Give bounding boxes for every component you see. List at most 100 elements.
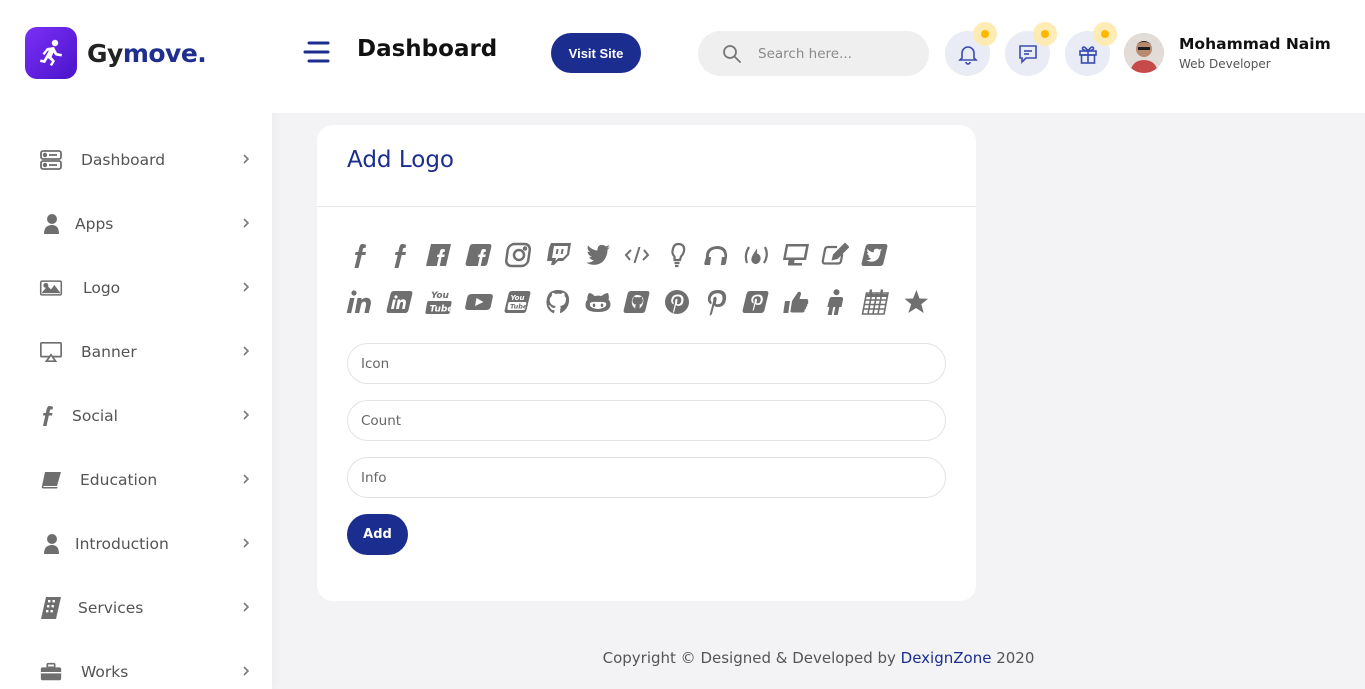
youtube-logo-icon[interactable]: You Tube bbox=[424, 287, 454, 317]
running-person-icon bbox=[25, 27, 77, 79]
facebook-f-icon[interactable] bbox=[385, 240, 415, 270]
thumbs-up-icon[interactable] bbox=[781, 287, 811, 317]
bell-icon bbox=[957, 45, 978, 65]
brand-name: Gymove. bbox=[87, 38, 207, 68]
page-title: Dashboard bbox=[357, 36, 498, 62]
chevron-right-icon bbox=[243, 666, 250, 676]
instagram-icon[interactable] bbox=[503, 240, 533, 270]
sidebar-item-label: Introduction bbox=[75, 535, 169, 553]
free-code-camp-icon[interactable] bbox=[741, 240, 771, 270]
message-badge bbox=[1041, 30, 1049, 38]
youtube-square-icon[interactable]: You Tube bbox=[503, 287, 533, 317]
image-icon bbox=[39, 276, 63, 300]
add-logo-card: Add Logo YouTube YouTube Add bbox=[317, 125, 976, 601]
twitter-icon[interactable] bbox=[583, 240, 613, 270]
twitter-square-icon[interactable] bbox=[860, 240, 890, 270]
pinterest-p-icon[interactable] bbox=[701, 287, 731, 317]
sidebar-item-label: Works bbox=[81, 663, 129, 681]
headphones-icon[interactable] bbox=[701, 240, 731, 270]
facebook-f-icon[interactable] bbox=[345, 240, 375, 270]
chevron-right-icon bbox=[243, 474, 250, 484]
edit-icon[interactable] bbox=[820, 240, 850, 270]
chevron-right-icon bbox=[243, 218, 250, 228]
chevron-right-icon bbox=[243, 602, 250, 612]
user-icon bbox=[39, 212, 63, 236]
lightbulb-icon[interactable] bbox=[662, 240, 692, 270]
sidebar-item-label: Apps bbox=[75, 215, 114, 233]
search-input[interactable] bbox=[758, 45, 928, 62]
sidebar-nav: Dashboard Apps Logo Banner Social Educat… bbox=[0, 128, 272, 689]
sidebar-item-label: Social bbox=[72, 407, 118, 425]
icon-field[interactable] bbox=[347, 343, 946, 384]
search-icon[interactable] bbox=[722, 44, 742, 64]
sidebar-item-introduction[interactable]: Introduction bbox=[0, 512, 272, 576]
linkedin-icon[interactable] bbox=[345, 287, 375, 317]
code-icon[interactable] bbox=[622, 240, 652, 270]
sidebar-item-logo[interactable]: Logo bbox=[0, 256, 272, 320]
sidebar-item-label: Education bbox=[80, 471, 158, 489]
desktop-icon[interactable] bbox=[781, 240, 811, 270]
sidebar-item-services[interactable]: Services bbox=[0, 576, 272, 640]
chevron-right-icon bbox=[243, 154, 250, 164]
hamburger-menu-icon[interactable] bbox=[303, 40, 331, 64]
sidebar-item-dashboard[interactable]: Dashboard bbox=[0, 128, 272, 192]
logo-icons-row-1 bbox=[345, 240, 899, 270]
svg-text:You: You bbox=[431, 291, 450, 301]
sidebar-item-label: Logo bbox=[83, 279, 121, 297]
card-divider bbox=[317, 206, 976, 207]
svg-text:Tube: Tube bbox=[430, 305, 454, 315]
chevron-right-icon bbox=[243, 346, 250, 356]
brand[interactable]: Gymove. bbox=[25, 27, 207, 79]
briefcase-icon bbox=[39, 660, 63, 684]
count-field[interactable] bbox=[347, 400, 946, 441]
user-role: Web Developer bbox=[1179, 57, 1271, 71]
sidebar-item-label: Services bbox=[78, 599, 144, 617]
footer: Copyright © Designed & Developed by Dexi… bbox=[272, 649, 1365, 667]
visit-site-button[interactable]: Visit Site bbox=[551, 33, 641, 73]
add-button[interactable]: Add bbox=[347, 514, 408, 555]
top-header: Dashboard Visit Site Mohammad Naim Web D… bbox=[272, 0, 1365, 113]
search-box bbox=[698, 31, 929, 76]
linkedin-square-icon[interactable] bbox=[385, 287, 415, 317]
pinterest-icon[interactable] bbox=[662, 287, 692, 317]
youtube-play-icon[interactable] bbox=[464, 287, 494, 317]
chevron-right-icon bbox=[243, 282, 250, 292]
pinterest-square-icon[interactable] bbox=[741, 287, 771, 317]
card-title: Add Logo bbox=[347, 147, 454, 173]
building-icon bbox=[39, 596, 63, 620]
info-field[interactable] bbox=[347, 457, 946, 498]
dashboard-icon bbox=[39, 148, 63, 172]
facebook-square-icon[interactable] bbox=[464, 240, 494, 270]
twitch-icon[interactable] bbox=[543, 240, 573, 270]
user-icon bbox=[39, 532, 63, 556]
notification-badge bbox=[981, 30, 989, 38]
github-alt-icon[interactable] bbox=[583, 287, 613, 317]
chevron-right-icon bbox=[243, 410, 250, 420]
user-name: Mohammad Naim bbox=[1179, 35, 1331, 53]
monitor-icon bbox=[39, 340, 63, 364]
gift-badge bbox=[1101, 30, 1109, 38]
facebook-square-icon[interactable] bbox=[424, 240, 454, 270]
chat-icon bbox=[1018, 44, 1037, 64]
brand-name-accent: move. bbox=[122, 38, 207, 68]
sidebar-item-works[interactable]: Works bbox=[0, 640, 272, 689]
github-icon[interactable] bbox=[543, 287, 573, 317]
male-icon[interactable] bbox=[820, 287, 850, 317]
sidebar-item-label: Banner bbox=[81, 343, 137, 361]
sidebar-item-apps[interactable]: Apps bbox=[0, 192, 272, 256]
gift-icon bbox=[1078, 45, 1097, 64]
calendar-icon[interactable] bbox=[860, 287, 890, 317]
sidebar-item-banner[interactable]: Banner bbox=[0, 320, 272, 384]
footer-brand-link[interactable]: DexignZone bbox=[901, 649, 992, 667]
sidebar-item-label: Dashboard bbox=[81, 151, 166, 169]
avatar[interactable] bbox=[1124, 33, 1164, 73]
sidebar-item-social[interactable]: Social bbox=[0, 384, 272, 448]
facebook-f-icon bbox=[39, 404, 55, 428]
star-icon[interactable] bbox=[899, 287, 929, 317]
sidebar-item-education[interactable]: Education bbox=[0, 448, 272, 512]
github-square-icon[interactable] bbox=[622, 287, 652, 317]
chevron-right-icon bbox=[243, 538, 250, 548]
sidebar: Gymove. Dashboard Apps Logo Banner Socia… bbox=[0, 0, 272, 689]
book-icon bbox=[39, 468, 63, 492]
footer-copyright: Copyright © Designed & Developed by bbox=[602, 649, 901, 667]
